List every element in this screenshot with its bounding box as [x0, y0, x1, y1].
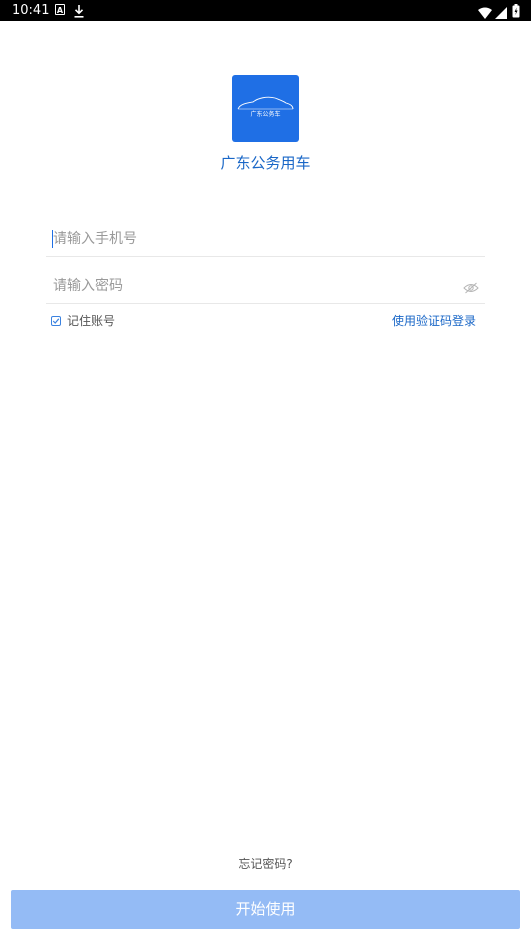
eye-icon[interactable] — [463, 279, 479, 298]
car-icon — [237, 96, 294, 110]
app-name: 广东公务用车 — [220, 154, 311, 172]
status-time: 10:41 — [12, 3, 50, 18]
battery-icon — [512, 3, 520, 22]
a-icon: A — [55, 4, 65, 15]
remember-checkbox[interactable] — [51, 316, 61, 326]
status-bar: 10:41 A — [0, 0, 531, 21]
password-field[interactable] — [46, 269, 485, 304]
start-button[interactable]: 开始使用 — [11, 890, 520, 929]
phone-field[interactable] — [46, 222, 485, 257]
password-input[interactable] — [53, 275, 453, 297]
forgot-password-link[interactable]: 忘记密码? — [0, 856, 531, 872]
phone-input[interactable] — [53, 228, 453, 250]
login-screen: 10:41 A 广东公务车 广东公务用车 请输入手机号 记住账号 使用验证码登录… — [0, 0, 531, 944]
remember-label: 记住账号 — [67, 314, 116, 328]
app-logo: 广东公务车 — [232, 75, 299, 142]
signal-icon — [495, 4, 507, 23]
wifi-icon — [478, 4, 492, 23]
download-icon — [74, 3, 84, 22]
sms-login-link[interactable]: 使用验证码登录 — [392, 313, 476, 330]
logo-text: 广东公务车 — [250, 111, 281, 118]
